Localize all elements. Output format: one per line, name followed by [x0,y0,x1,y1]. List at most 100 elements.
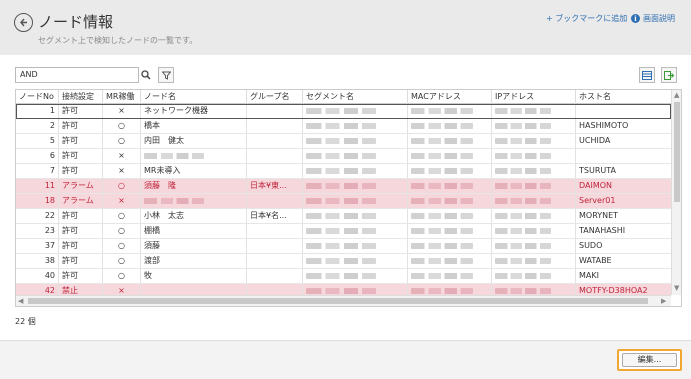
col-header-connection[interactable]: 接続設定 [59,90,103,104]
scroll-up-icon[interactable]: ▲ [674,91,679,100]
cell-mr-status: × [103,104,141,118]
table-row[interactable]: 6 許可 × [16,149,671,164]
col-header-host-name[interactable]: ホスト名 [576,90,671,104]
col-header-node-no[interactable]: ノードNo [16,90,59,104]
edit-button[interactable]: 編集... [617,349,682,371]
table-body: 1 許可 × ネットワーク機器 2 許可 ○ 橋本 HASHIMOTO 5 許可 ○ 内田 健太 UCHI… [16,104,671,299]
filter-button[interactable] [158,67,174,83]
page-subtitle: セグメント上で検知したノードの一覧です。 [38,36,198,45]
table-row[interactable]: 40 許可 ○ 牧 MAKI [16,269,671,284]
back-button[interactable] [14,13,33,32]
cell-mr-status: ○ [103,239,141,253]
col-header-mac-address[interactable]: MACアドレス [408,90,492,104]
cell-connection: 許可 [59,239,103,253]
cell-connection: 許可 [59,134,103,148]
col-header-segment-name[interactable]: セグメント名 [303,90,408,104]
redacted-value [495,197,551,204]
table-row[interactable]: 22 許可 ○ 小林 太志 日本¥名... MORYNET [16,209,671,224]
table-row[interactable]: 7 許可 × MR未導入 TSURUTA [16,164,671,179]
cell-node-name: 内田 健太 [141,134,247,148]
redacted-value [411,287,473,294]
redacted-value [306,272,376,279]
table-row[interactable]: 23 許可 ○ 棚橋 TANAHASHI [16,224,671,239]
export-button[interactable] [661,67,677,83]
col-header-ip-address[interactable]: IPアドレス [492,90,576,104]
scroll-thumb[interactable] [674,102,680,202]
cell-node-name: 橋本 [141,119,247,133]
cell-mr-status: × [103,164,141,178]
cell-group-name: 日本¥東... [247,179,303,193]
redacted-value [411,137,473,144]
cell-ip-address [492,239,576,253]
redacted-value [306,152,376,159]
cell-host-name: HASHIMOTO [579,121,629,130]
cell-host-name: MORYNET [579,211,619,220]
cell-ip-address [492,254,576,268]
cell-connection: 許可 [59,209,103,223]
cell-mac-address [408,179,492,193]
col-header-mr-status[interactable]: MR稼働 [103,90,141,104]
table-row[interactable]: 11 アラーム ○ 須藤 隆日本¥東... DAIMON [16,179,671,194]
redacted-value [495,287,551,294]
redacted-value [144,152,204,159]
hscroll-thumb[interactable] [28,298,648,304]
cell-node-no: 2 [16,119,59,133]
screen-help-link[interactable]: i 画面説明 [631,13,675,24]
table-row[interactable]: 2 許可 ○ 橋本 HASHIMOTO [16,119,671,134]
horizontal-scrollbar[interactable]: ◀ ▶ [16,295,671,306]
search-input[interactable]: AND [15,67,139,83]
item-count: 22 個 [15,317,36,326]
cell-group-name [247,119,303,133]
table-row[interactable]: 38 許可 ○ 渡部 WATABE [16,254,671,269]
add-bookmark-link[interactable]: + ブックマークに追加 [546,13,627,24]
col-header-group-name[interactable]: グループ名 [247,90,303,104]
cell-connection: アラーム [59,194,103,208]
bookmark-label: + ブックマークに追加 [546,14,628,23]
cell-segment-name [303,134,408,148]
cell-segment-name [303,149,408,163]
redacted-value [495,107,551,114]
table-row[interactable]: 37 許可 ○ 須藤 SUDO [16,239,671,254]
cell-ip-address [492,164,576,178]
cell-segment-name [303,119,408,133]
info-icon: i [631,14,640,23]
cell-mac-address [408,149,492,163]
cell-ip-address [492,134,576,148]
scroll-down-icon[interactable]: ▼ [674,284,679,293]
redacted-value [495,152,551,159]
col-header-node-name[interactable]: ノード名 [141,90,247,104]
cell-node-no: 37 [16,239,59,253]
table-row[interactable]: 1 許可 × ネットワーク機器 [16,104,671,119]
cell-host-name: WATABE [579,256,612,265]
list-view-button[interactable] [639,67,655,83]
cell-ip-address [492,269,576,283]
cell-connection: アラーム [59,179,103,193]
cell-mac-address [408,269,492,283]
cell-mr-status: × [103,194,141,208]
cell-connection: 許可 [59,164,103,178]
table-header: ノードNo 接続設定 MR稼働 ノード名 グループ名 セグメント名 MACアドレ… [16,90,671,104]
cell-ip-address [492,179,576,193]
redacted-value [306,257,376,264]
cell-ip-address [492,119,576,133]
cell-host-name: MAKI [579,271,599,280]
cell-connection: 許可 [59,104,103,118]
redacted-value [306,182,376,189]
table-row[interactable]: 18 アラーム × Server01 [16,194,671,209]
cell-node-no: 11 [16,179,59,193]
cell-host-name: TSURUTA [579,166,616,175]
table-row[interactable]: 5 許可 ○ 内田 健太 UCHIDA [16,134,671,149]
redacted-value [411,107,473,114]
search-icon[interactable] [139,67,153,83]
cell-mac-address [408,134,492,148]
page-header: ノード情報 セグメント上で検知したノードの一覧です。 + ブックマークに追加 i… [0,0,691,55]
scroll-left-icon[interactable]: ◀ [18,297,23,306]
cell-node-no: 18 [16,194,59,208]
cell-group-name [247,254,303,268]
cell-node-name: 須藤 [141,239,247,253]
redacted-value [306,122,376,129]
redacted-value [306,197,376,204]
vertical-scrollbar[interactable]: ▲ ▼ [671,90,681,295]
scroll-right-icon[interactable]: ▶ [661,297,666,306]
cell-mr-status: ○ [103,254,141,268]
